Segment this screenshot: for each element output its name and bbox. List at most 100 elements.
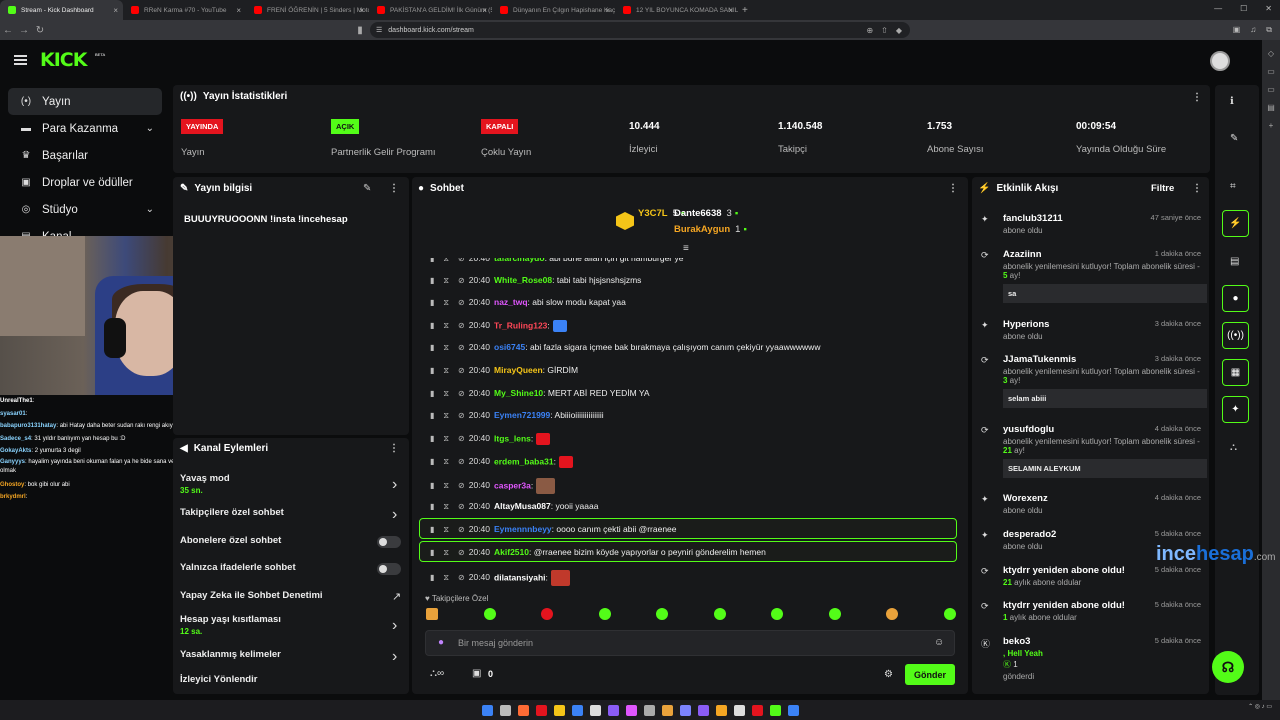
sidebar-notes-icon[interactable]: ▤	[1262, 103, 1280, 112]
rail-broadcast-button[interactable]: ((•))	[1222, 322, 1249, 349]
channel-action-row[interactable]: Yapay Zeka ile Sohbet Denetimi	[180, 590, 323, 601]
share-icon[interactable]: ⇧	[881, 26, 888, 35]
leaderboard-entry[interactable]: Dante6638 3 ▪	[674, 208, 738, 219]
taskbar-app-icon[interactable]	[481, 704, 493, 716]
emote-picker-icon[interactable]	[426, 608, 438, 620]
taskbar-app-icon[interactable]	[517, 704, 529, 716]
taskbar-app-icon[interactable]	[571, 704, 583, 716]
tray-icons[interactable]: ⌃ ◎ ♪ ▭	[1248, 703, 1272, 710]
extensions-icon[interactable]: ⧉	[1266, 25, 1272, 35]
timeout-icon[interactable]: ⧖	[443, 525, 449, 534]
filter-button[interactable]: Filtre	[1151, 183, 1174, 194]
chevron-right-icon[interactable]: ›	[392, 476, 397, 494]
timeout-icon[interactable]: ⧖	[443, 548, 449, 557]
edit-icon[interactable]: ✎	[363, 183, 371, 194]
chat-username[interactable]: erdem_baba31	[494, 456, 554, 466]
zoom-icon[interactable]: ⊕	[866, 26, 873, 35]
timeout-icon[interactable]: ⧖	[443, 481, 449, 490]
rail-layout-button[interactable]: ▦	[1222, 359, 1249, 386]
back-icon[interactable]: ←	[0, 25, 16, 36]
external-link-icon[interactable]: ↗	[392, 590, 401, 603]
shield-icon[interactable]: ◆	[896, 26, 902, 35]
taskbar-app-icon[interactable]	[499, 704, 511, 716]
activity-more-icon[interactable]: ⋮	[1192, 183, 1202, 194]
new-tab-button[interactable]: +	[742, 5, 748, 16]
delete-icon[interactable]: ▮	[430, 321, 434, 330]
channel-action-row[interactable]: Abonelere özel sohbet	[180, 535, 281, 546]
tab-close-icon[interactable]: ×	[359, 6, 364, 15]
timeout-icon[interactable]: ⧖	[443, 573, 449, 582]
delete-icon[interactable]: ▮	[430, 502, 434, 511]
ban-icon[interactable]: ⊘	[458, 366, 465, 375]
taskbar-app-icon[interactable]	[751, 704, 763, 716]
taskbar-app-icon[interactable]	[607, 704, 619, 716]
info-icon[interactable]: ℹ	[1230, 96, 1234, 107]
chat-username[interactable]: My_Shine10	[494, 388, 543, 398]
channel-action-row[interactable]: Hesap yaşı kısıtlaması 12 sa.	[180, 614, 281, 636]
chevron-right-icon[interactable]: ›	[392, 648, 397, 666]
delete-icon[interactable]: ▮	[430, 411, 434, 420]
reload-icon[interactable]: ↻	[32, 25, 48, 36]
site-info-icon[interactable]: ☰	[376, 26, 382, 34]
ban-icon[interactable]: ⊘	[458, 573, 465, 582]
channel-action-row[interactable]: Takipçilere özel sohbet	[180, 507, 284, 518]
ban-icon[interactable]: ⊘	[458, 434, 465, 443]
delete-icon[interactable]: ▮	[430, 457, 434, 466]
timeout-icon[interactable]: ⧖	[443, 389, 449, 398]
crop-icon[interactable]: ⌗	[1230, 181, 1236, 192]
tab-close-icon[interactable]: ×	[113, 6, 118, 15]
browser-tab[interactable]: Dünyanın En Çılgın Hapishane Kaçış ×	[492, 0, 615, 20]
chevron-down-icon[interactable]: ⌄	[146, 123, 154, 134]
emote-picker-icon[interactable]	[656, 608, 669, 620]
taskbar-app-icon[interactable]	[733, 704, 745, 716]
emote-picker-icon[interactable]	[598, 608, 611, 620]
close-window-icon[interactable]: ✕	[1265, 4, 1272, 13]
ban-icon[interactable]: ⊘	[458, 548, 465, 557]
mic-icon[interactable]: ●	[438, 637, 444, 648]
ban-icon[interactable]: ⊘	[458, 343, 465, 352]
delete-icon[interactable]: ▮	[430, 343, 434, 352]
kick-logo[interactable]: KICK	[40, 49, 87, 71]
channel-action-row[interactable]: Yavaş mod 35 sn.	[180, 473, 230, 495]
music-icon[interactable]: ♫	[1250, 25, 1256, 35]
forward-icon[interactable]: →	[16, 25, 32, 36]
menu-icon[interactable]	[14, 55, 27, 65]
minimize-icon[interactable]: —	[1214, 4, 1222, 13]
emote-picker-icon[interactable]	[541, 608, 554, 620]
chat-username[interactable]: White_Rose08	[494, 275, 552, 285]
chat-username[interactable]: Akif2510	[494, 547, 529, 557]
ban-icon[interactable]: ⊘	[458, 276, 465, 285]
sidebar-wallet-icon[interactable]: ▭	[1262, 67, 1280, 76]
send-button[interactable]: Gönder	[905, 664, 955, 685]
ban-icon[interactable]: ⊘	[458, 298, 465, 307]
ban-icon[interactable]: ⊘	[458, 502, 465, 511]
delete-icon[interactable]: ▮	[430, 573, 434, 582]
leaderboard-entry[interactable]: BurakAygun 1 ▪	[674, 224, 747, 235]
timeout-icon[interactable]: ⧖	[443, 343, 449, 352]
chat-username[interactable]: casper3a	[494, 480, 531, 490]
points-icon[interactable]: ⛬∞	[430, 668, 444, 679]
gift-icon[interactable]: ▣	[472, 668, 481, 679]
rail-activity-button[interactable]: ⚡	[1222, 210, 1249, 237]
channel-actions-more-icon[interactable]: ⋮	[389, 443, 399, 454]
taskbar-app-icon[interactable]	[535, 704, 547, 716]
rail-chat-button[interactable]: ●	[1222, 285, 1249, 312]
emote-picker-icon[interactable]	[483, 608, 496, 620]
taskbar-app-icon[interactable]	[679, 704, 691, 716]
channel-action-row[interactable]: Yalnızca ifadelerle sohbet	[180, 562, 296, 573]
emote-picker-icon[interactable]	[713, 608, 726, 620]
taskbar-app-icon[interactable]	[787, 704, 799, 716]
browser-tab[interactable]: PAKİSTAN'A GELDİM! İlk Günüm (5u ×	[369, 0, 492, 20]
pencil-icon[interactable]: ✎	[1230, 133, 1238, 144]
taskbar-app-icon[interactable]	[553, 704, 565, 716]
ban-icon[interactable]: ⊘	[458, 457, 465, 466]
chevron-down-icon[interactable]: ⌄	[146, 204, 154, 215]
sidebar-history-icon[interactable]: ▭	[1262, 85, 1280, 94]
chat-username[interactable]: Itgs_lens	[494, 433, 531, 443]
timeout-icon[interactable]: ⧖	[443, 434, 449, 443]
stream-info-more-icon[interactable]: ⋮	[389, 183, 399, 194]
rail-tools-button[interactable]: ✦	[1222, 396, 1249, 423]
browser-tab[interactable]: Stream - Kick Dashboard ×	[0, 0, 123, 20]
delete-icon[interactable]: ▮	[430, 548, 434, 557]
delete-icon[interactable]: ▮	[430, 298, 434, 307]
